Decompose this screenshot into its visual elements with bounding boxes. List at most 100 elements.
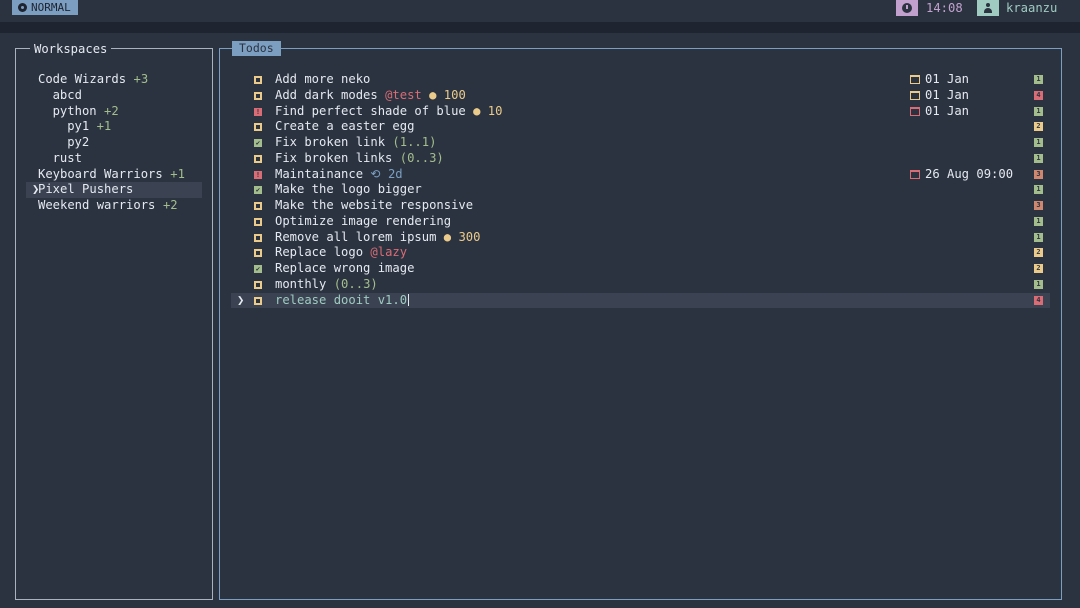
todo-row[interactable]: Fix broken links (0..3) 1: [231, 151, 1050, 167]
todos-panel: Todos Add more neko 01 Jan 1 Add dark modes…: [219, 41, 1062, 600]
status-pending-icon[interactable]: [254, 233, 262, 242]
todo-description[interactable]: Make the logo bigger: [275, 182, 422, 198]
todo-row[interactable]: Add dark modes @test ● 100 01 Jan 4: [231, 88, 1050, 104]
todo-row[interactable]: Remove all lorem ipsum ● 300 1: [231, 230, 1050, 246]
todo-row[interactable]: Create a easter egg 2: [231, 119, 1050, 135]
todo-text: Fix broken links: [275, 150, 393, 165]
urgency-badge[interactable]: 1: [1034, 153, 1043, 163]
urgency-badge[interactable]: 1: [1034, 138, 1043, 147]
todo-description[interactable]: Create a easter egg: [275, 119, 414, 135]
todo-text: Replace logo: [275, 245, 364, 260]
status-overdue-icon[interactable]: !: [254, 170, 262, 179]
todo-description[interactable]: Fix broken link (1..1): [275, 135, 436, 151]
todo-row[interactable]: ✔ Fix broken link (1..1) 1: [231, 135, 1050, 151]
workspace-item[interactable]: py2: [26, 135, 202, 151]
workspace-item[interactable]: python +2: [26, 104, 202, 120]
workspace-count: +2: [104, 103, 119, 118]
urgency-badge[interactable]: 1: [1034, 232, 1043, 242]
urgency-badge[interactable]: 2: [1034, 264, 1043, 273]
status-pending-icon[interactable]: [254, 280, 262, 289]
todo-description[interactable]: Add more neko: [275, 72, 370, 88]
status-pending-icon[interactable]: [254, 91, 262, 100]
status-overdue-icon[interactable]: !: [254, 107, 262, 116]
urgency-badge[interactable]: 1: [1034, 279, 1043, 289]
todo-row[interactable]: ✔ Replace wrong image 2: [231, 261, 1050, 277]
todo-description[interactable]: Add dark modes @test ● 100: [275, 88, 466, 104]
todo-text: Create a easter egg: [275, 119, 415, 134]
status-done-icon[interactable]: ✔: [254, 265, 262, 273]
todo-text: Remove all lorem ipsum: [275, 229, 437, 244]
status-pending-icon[interactable]: [254, 249, 262, 258]
todo-description[interactable]: Replace wrong image: [275, 261, 414, 277]
effort-icon: ●: [421, 87, 444, 102]
todo-text: Make the website responsive: [275, 198, 474, 212]
workspace-item[interactable]: ❯ Pixel Pushers: [26, 182, 202, 198]
status-pending-icon[interactable]: [254, 123, 262, 132]
todo-row[interactable]: ! Find perfect shade of blue ● 10 01 Jan 1: [231, 104, 1050, 120]
todo-description[interactable]: Make the website responsive: [275, 198, 473, 214]
workspace-item[interactable]: abcd: [26, 88, 202, 104]
urgency-badge[interactable]: 1: [1034, 75, 1043, 84]
todo-description[interactable]: Remove all lorem ipsum ● 300: [275, 230, 480, 246]
todo-description[interactable]: release dooit v1.0: [275, 293, 410, 309]
status-pending-icon[interactable]: [254, 217, 262, 226]
due-date: 26 Aug 09:00: [925, 166, 1014, 181]
workspace-label: py2: [67, 135, 90, 149]
urgency-badge[interactable]: 1: [1034, 216, 1043, 226]
workspace-item[interactable]: rust: [26, 151, 202, 167]
todo-row[interactable]: ✔ Make the logo bigger 1: [231, 182, 1050, 198]
text-cursor: [408, 293, 410, 306]
todo-row[interactable]: ❯ release dooit v1.0 4: [231, 292, 1050, 309]
workspace-label: Keyboard Warriors: [38, 166, 163, 181]
todo-text: Find perfect shade of blue: [275, 103, 466, 118]
todo-text: Make the logo bigger: [275, 182, 422, 197]
urgency-badge[interactable]: 1: [1034, 106, 1043, 116]
status-pending-icon[interactable]: [254, 202, 262, 210]
workspace-label: Code Wizards: [38, 72, 127, 86]
todo-description[interactable]: Find perfect shade of blue ● 10: [275, 104, 502, 120]
todo-row[interactable]: Replace logo @lazy 2: [231, 245, 1050, 261]
workspace-label: py1: [67, 119, 90, 134]
clock-icon-box: [896, 0, 918, 16]
todo-text: monthly: [275, 276, 327, 291]
workspace-item[interactable]: Keyboard Warriors +1: [26, 167, 202, 183]
todo-text: Add more neko: [275, 72, 371, 86]
workspace-item[interactable]: Code Wizards +3: [26, 72, 202, 88]
workspace-label: abcd: [52, 87, 82, 102]
urgency-badge[interactable]: 4: [1034, 295, 1043, 305]
calendar-icon: [910, 75, 920, 84]
urgency-badge[interactable]: 3: [1034, 201, 1043, 210]
todo-row[interactable]: ! Maintainance ⟲ 2d 26 Aug 09:00 3: [231, 167, 1050, 183]
todo-due[interactable]: 26 Aug 09:00: [910, 167, 1013, 183]
urgency-badge[interactable]: 1: [1034, 185, 1043, 195]
status-done-icon[interactable]: ✔: [254, 139, 262, 147]
status-pending-icon[interactable]: [254, 76, 262, 84]
todo-due[interactable]: 01 Jan: [910, 88, 969, 104]
todo-description[interactable]: Maintainance ⟲ 2d: [275, 167, 403, 183]
status-pending-icon[interactable]: [254, 296, 262, 305]
urgency-badge[interactable]: 2: [1034, 248, 1043, 258]
todo-row[interactable]: Make the website responsive 3: [231, 198, 1050, 214]
status-pending-icon[interactable]: [254, 154, 262, 163]
todo-row[interactable]: Add more neko 01 Jan 1: [231, 72, 1050, 88]
urgency-badge[interactable]: 2: [1034, 122, 1043, 132]
urgency-badge[interactable]: 4: [1034, 90, 1043, 100]
status-done-icon[interactable]: ✔: [254, 186, 262, 195]
urgency-badge[interactable]: 3: [1034, 169, 1043, 179]
workspace-list: Code Wizards +3 abcd python +2 py1 +1 py2 rust Ke…: [26, 72, 202, 214]
calendar-icon: [910, 90, 920, 100]
todo-description[interactable]: monthly (0..3): [275, 277, 378, 293]
workspace-item[interactable]: py1 +1: [26, 119, 202, 135]
workspace-count: +1: [170, 166, 185, 181]
calendar-icon: [910, 106, 920, 116]
todo-due[interactable]: 01 Jan: [910, 72, 969, 88]
workspace-item[interactable]: Weekend warriors +2: [26, 198, 202, 214]
todos-title: Todos: [232, 41, 281, 56]
todo-row[interactable]: Optimize image rendering 1: [231, 214, 1050, 230]
todo-row[interactable]: monthly (0..3) 1: [231, 277, 1050, 293]
todo-description[interactable]: Optimize image rendering: [275, 214, 451, 230]
todo-description[interactable]: Fix broken links (0..3): [275, 151, 444, 167]
todo-description[interactable]: Replace logo @lazy: [275, 245, 407, 261]
todo-due[interactable]: 01 Jan: [910, 104, 969, 120]
due-date: 01 Jan: [925, 87, 970, 102]
